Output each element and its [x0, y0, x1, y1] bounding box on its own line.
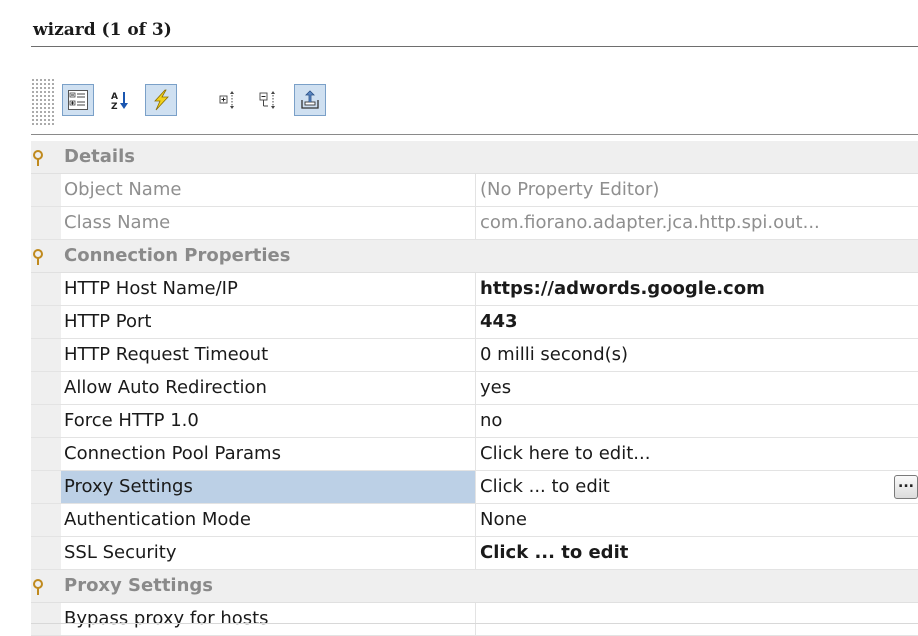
row-gutter	[31, 174, 61, 206]
section-toggle-icon	[33, 249, 43, 265]
property-row-bypass-proxy-hosts[interactable]: Bypass proxy for hosts	[31, 603, 918, 636]
property-name: HTTP Host Name/IP	[61, 273, 476, 305]
window-header: wizard (1 of 3)	[0, 0, 918, 50]
row-gutter	[31, 339, 61, 371]
svg-text:A: A	[111, 92, 118, 102]
collapse-all-button[interactable]	[253, 84, 285, 116]
property-row-ssl-security[interactable]: SSL Security Click ... to edit	[31, 537, 918, 570]
section-details-header[interactable]: Details	[31, 141, 918, 174]
title-divider	[31, 46, 918, 47]
property-row-http-port[interactable]: HTTP Port 443	[31, 306, 918, 339]
export-icon	[301, 90, 319, 109]
property-name: HTTP Port	[61, 306, 476, 338]
section-toggle-icon	[33, 579, 43, 595]
property-name: Class Name	[61, 207, 476, 239]
sheet-bottom-divider	[31, 623, 918, 624]
row-gutter	[31, 306, 61, 338]
section-toggle-icon	[33, 150, 43, 166]
section-label: Details	[64, 146, 135, 167]
property-name: SSL Security	[61, 537, 476, 569]
property-row-connection-pool-params[interactable]: Connection Pool Params Click here to edi…	[31, 438, 918, 471]
property-name: Authentication Mode	[61, 504, 476, 536]
property-value[interactable]: 443	[476, 306, 918, 338]
property-row-http-host[interactable]: HTTP Host Name/IP https://adwords.google…	[31, 273, 918, 306]
lightning-icon	[154, 89, 169, 111]
property-row-authentication-mode[interactable]: Authentication Mode None	[31, 504, 918, 537]
collapse-all-icon	[259, 91, 275, 109]
row-gutter	[31, 438, 61, 470]
property-value[interactable]: Click ... to edit	[476, 537, 918, 569]
property-row-force-http-1-0[interactable]: Force HTTP 1.0 no	[31, 405, 918, 438]
row-gutter	[31, 141, 61, 173]
property-name: Bypass proxy for hosts	[61, 603, 476, 635]
property-value: (No Property Editor)	[480, 179, 660, 200]
row-gutter	[31, 273, 61, 305]
row-gutter	[31, 405, 61, 437]
section-connection-properties-header[interactable]: Connection Properties	[31, 240, 918, 273]
toolbar-grip-handle[interactable]	[31, 78, 55, 126]
property-value[interactable]: None	[476, 504, 918, 536]
categorized-view-button[interactable]	[62, 84, 94, 116]
section-label: Connection Properties	[64, 245, 291, 266]
property-value-text: Click ... to edit	[480, 476, 610, 497]
property-value[interactable]: 0 milli second(s)	[476, 339, 918, 371]
property-row-class-name[interactable]: Class Name com.fiorano.adapter.jca.http.…	[31, 207, 918, 240]
row-gutter	[31, 570, 61, 602]
property-row-proxy-settings[interactable]: Proxy Settings Click ... to edit ...	[31, 471, 918, 504]
property-value[interactable]: no	[476, 405, 918, 437]
row-gutter	[31, 240, 61, 272]
property-row-object-name[interactable]: Object Name (No Property Editor)	[31, 174, 918, 207]
property-value: com.fiorano.adapter.jca.http.spi.out...	[480, 212, 820, 233]
property-row-allow-auto-redirection[interactable]: Allow Auto Redirection yes	[31, 372, 918, 405]
sort-alphabetical-icon: A Z	[111, 92, 128, 111]
property-value[interactable]: yes	[476, 372, 918, 404]
property-value[interactable]: Click ... to edit ...	[476, 471, 918, 503]
window-title: wizard (1 of 3)	[33, 20, 172, 40]
row-gutter	[31, 372, 61, 404]
export-button[interactable]	[294, 84, 326, 116]
lightning-button[interactable]	[145, 84, 177, 116]
row-gutter	[31, 504, 61, 536]
expand-all-button[interactable]	[212, 84, 244, 116]
property-name: Object Name	[61, 174, 476, 206]
property-row-http-request-timeout[interactable]: HTTP Request Timeout 0 milli second(s)	[31, 339, 918, 372]
row-gutter	[31, 207, 61, 239]
property-value[interactable]	[476, 603, 918, 635]
property-name: HTTP Request Timeout	[61, 339, 476, 371]
expand-all-icon	[219, 91, 234, 109]
section-proxy-settings-header[interactable]: Proxy Settings	[31, 570, 918, 603]
row-gutter	[31, 471, 61, 503]
categorized-view-icon	[68, 90, 88, 110]
property-value[interactable]: https://adwords.google.com	[476, 273, 918, 305]
property-name: Force HTTP 1.0	[61, 405, 476, 437]
property-name: Allow Auto Redirection	[61, 372, 476, 404]
property-value[interactable]: Click here to edit...	[476, 438, 918, 470]
row-gutter	[31, 537, 61, 569]
edit-ellipsis-button[interactable]: ...	[894, 475, 918, 499]
toolbar-divider	[31, 134, 918, 135]
property-name: Proxy Settings	[61, 471, 476, 503]
section-label: Proxy Settings	[64, 575, 214, 596]
row-gutter	[31, 603, 61, 635]
property-name: Connection Pool Params	[61, 438, 476, 470]
property-sheet: Details Object Name (No Property Editor)…	[31, 141, 918, 636]
svg-text:Z: Z	[111, 102, 118, 111]
property-sheet-toolbar: A Z	[0, 68, 918, 136]
sort-alphabetical-button[interactable]: A Z	[104, 84, 136, 116]
